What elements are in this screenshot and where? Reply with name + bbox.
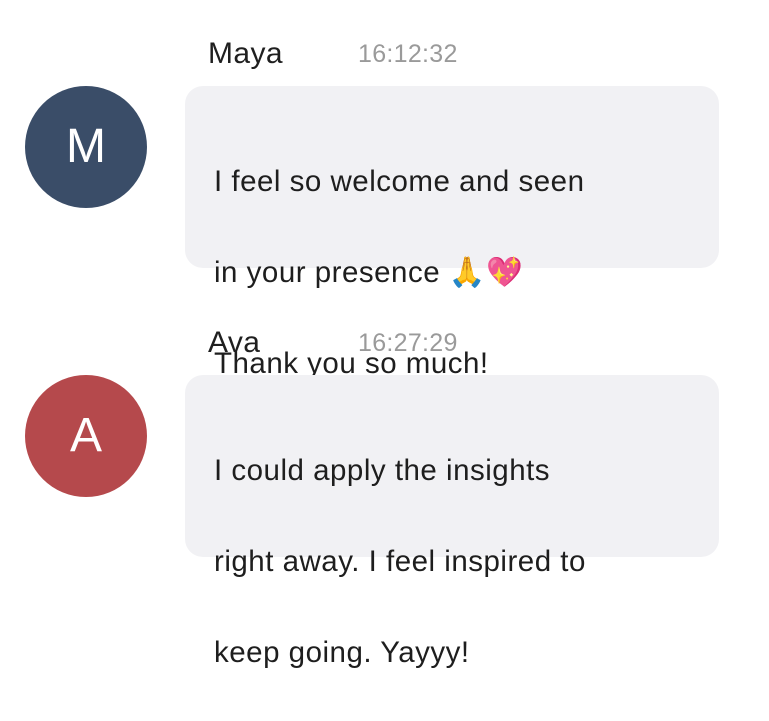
avatar[interactable]: A [25, 375, 147, 497]
emoji-icons: 🙏💖 [448, 255, 524, 289]
message-bubble[interactable]: I feel so welcome and seen in your prese… [185, 86, 719, 380]
message-line: I feel so welcome and seen [214, 164, 585, 198]
message-line: I could apply the insights [214, 453, 551, 487]
message-line-text: in your presence [214, 255, 449, 289]
message-header: Ava 16:27:29 [208, 323, 458, 363]
message-timestamp: 16:12:32 [358, 39, 458, 68]
sender-name: Ava [208, 326, 261, 359]
message-text: I could apply the insights right away. I… [214, 402, 693, 721]
avatar-initial: M [66, 120, 106, 173]
message-timestamp: 16:27:29 [358, 328, 458, 357]
message-line: in your presence 🙏💖 [214, 250, 693, 296]
message-header: Maya 16:12:32 [208, 34, 458, 74]
avatar[interactable]: M [25, 86, 147, 208]
sender-name: Maya [208, 37, 283, 70]
avatar-initial: A [69, 409, 102, 462]
message-line: keep going. Yayyy! [214, 635, 470, 669]
message-line: right away. I feel inspired to [214, 544, 586, 578]
message-bubble[interactable]: I could apply the insights right away. I… [185, 375, 719, 669]
